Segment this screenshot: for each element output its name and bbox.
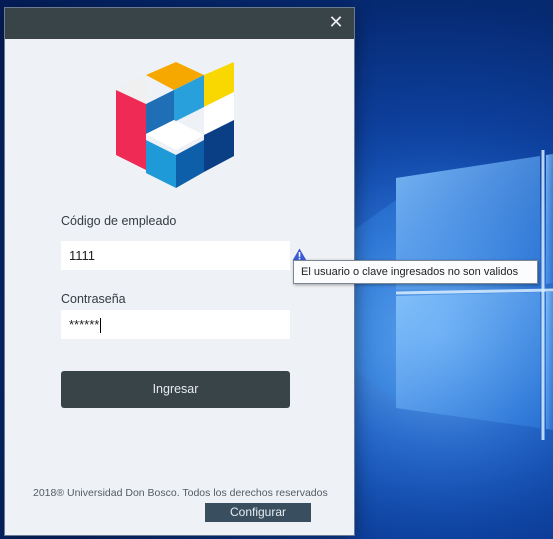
app-logo (116, 62, 234, 188)
text-caret (100, 318, 102, 334)
configure-button[interactable]: Configurar (205, 503, 311, 522)
close-icon: ✕ (328, 12, 344, 33)
title-bar: ✕ (5, 8, 354, 39)
password-value: ****** (69, 317, 100, 332)
close-button[interactable]: ✕ (318, 8, 354, 39)
error-tooltip: El usuario o clave ingresados no son val… (293, 260, 538, 284)
password-label: Contraseña (61, 292, 126, 306)
login-button[interactable]: Ingresar (61, 371, 290, 408)
employee-code-input[interactable]: 1111 (61, 241, 290, 270)
copyright-text: 2018® Universidad Don Bosco. Todos los d… (33, 487, 328, 499)
employee-code-label: Código de empleado (61, 214, 177, 228)
password-input[interactable]: ****** (61, 310, 290, 339)
